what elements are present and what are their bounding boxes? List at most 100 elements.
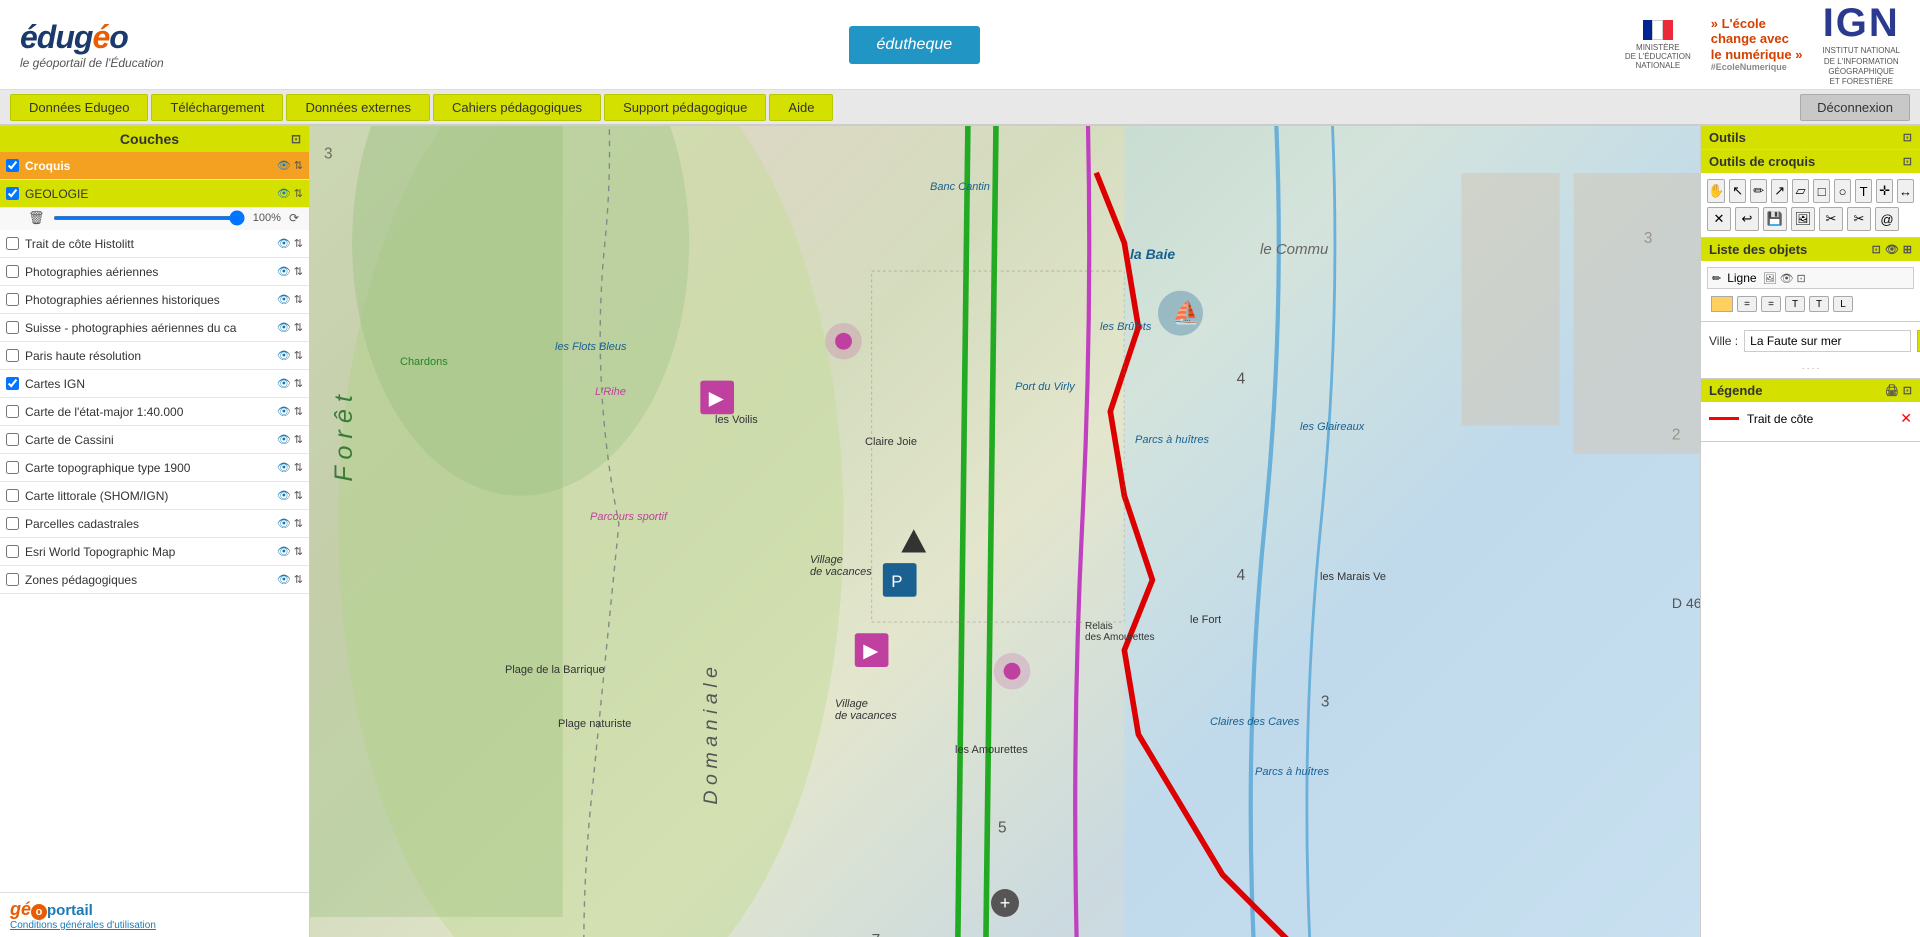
layer-esri-checkbox[interactable] bbox=[6, 545, 19, 558]
tool-load[interactable]: 🖼 bbox=[1791, 207, 1815, 231]
layer-croquis-eye[interactable]: 👁 bbox=[277, 159, 291, 172]
tool-circle[interactable]: ○ bbox=[1834, 179, 1851, 203]
couches-expand-icon[interactable]: ⊡ bbox=[291, 132, 301, 146]
layer-littorale-checkbox[interactable] bbox=[6, 489, 19, 502]
layer-cassini-checkbox[interactable] bbox=[6, 433, 19, 446]
deconnexion-button[interactable]: Déconnexion bbox=[1800, 94, 1910, 121]
layer-cassini-arrows[interactable]: ⇅ bbox=[294, 433, 303, 446]
objet-icon3[interactable]: ⊡ bbox=[1797, 272, 1806, 285]
layer-geologie-checkbox[interactable] bbox=[6, 187, 19, 200]
layer-croquis-arrows[interactable]: ⇅ bbox=[294, 159, 303, 172]
layer-paris-checkbox[interactable] bbox=[6, 349, 19, 362]
layer-cartes-ign-arrows[interactable]: ⇅ bbox=[294, 377, 303, 390]
layer-etat-major-eye[interactable]: 👁 bbox=[277, 405, 291, 418]
layer-suisse-checkbox[interactable] bbox=[6, 321, 19, 334]
geologie-opacity-slider[interactable] bbox=[53, 216, 245, 220]
conditions-link[interactable]: Conditions générales d'utilisation bbox=[10, 920, 299, 931]
layer-photos-hist-arrows[interactable]: ⇅ bbox=[294, 293, 303, 306]
layer-topo-1900-eye[interactable]: 👁 bbox=[277, 461, 291, 474]
map-zoom-button[interactable]: + bbox=[991, 889, 1019, 917]
legende-print-icon[interactable]: 🖨 bbox=[1885, 384, 1899, 397]
layer-etat-major-checkbox[interactable] bbox=[6, 405, 19, 418]
style-btn-eq1[interactable]: = bbox=[1737, 296, 1757, 312]
layer-cartes-ign-checkbox[interactable] bbox=[6, 377, 19, 390]
croquis-expand-icon[interactable]: ⊡ bbox=[1903, 155, 1912, 168]
layer-topo-1900-arrows[interactable]: ⇅ bbox=[294, 461, 303, 474]
style-btn-T2[interactable]: T bbox=[1809, 296, 1829, 312]
layer-suisse-arrows[interactable]: ⇅ bbox=[294, 321, 303, 334]
layer-cassini-eye[interactable]: 👁 bbox=[277, 433, 291, 446]
geologie-recalc-icon[interactable]: ⟳ bbox=[289, 211, 299, 225]
layer-esri-eye[interactable]: 👁 bbox=[277, 545, 291, 558]
layer-zones-peda-checkbox[interactable] bbox=[6, 573, 19, 586]
nav-aide[interactable]: Aide bbox=[769, 94, 833, 121]
style-btn-eq2[interactable]: = bbox=[1761, 296, 1781, 312]
tool-parallelogram[interactable]: ▱ bbox=[1792, 179, 1809, 203]
tool-delete[interactable]: ✕ bbox=[1707, 207, 1731, 231]
layer-parcelles-eye[interactable]: 👁 bbox=[277, 517, 291, 530]
layer-photos-hist-eye[interactable]: 👁 bbox=[277, 293, 291, 306]
style-btn-T1[interactable]: T bbox=[1785, 296, 1805, 312]
objet-icon1[interactable]: 🖼 bbox=[1763, 272, 1777, 285]
layer-littorale-arrows[interactable]: ⇅ bbox=[294, 489, 303, 502]
tool-crosshair[interactable]: ✛ bbox=[1876, 179, 1893, 203]
tool-at[interactable]: @ bbox=[1875, 207, 1899, 231]
tool-undo[interactable]: ↩ bbox=[1735, 207, 1759, 231]
layer-paris-eye[interactable]: 👁 bbox=[277, 349, 291, 362]
style-swatch-yellow[interactable] bbox=[1711, 296, 1733, 312]
tool-pencil[interactable]: ✏ bbox=[1750, 179, 1767, 203]
outils-expand-icon[interactable]: ⊡ bbox=[1903, 131, 1912, 144]
tool-text[interactable]: T bbox=[1855, 179, 1872, 203]
layer-suisse-eye[interactable]: 👁 bbox=[277, 321, 291, 334]
layer-geologie-eye[interactable]: 👁 bbox=[277, 187, 291, 200]
tool-move[interactable]: ↔ bbox=[1897, 179, 1914, 203]
nav-donnees-edugeo[interactable]: Données Edugeo bbox=[10, 94, 148, 121]
legende-remove-trait-cote[interactable]: ✕ bbox=[1900, 410, 1912, 427]
layer-trait-cote-eye[interactable]: 👁 bbox=[277, 237, 291, 250]
ville-input[interactable] bbox=[1744, 330, 1911, 352]
layer-cartes-ign-eye[interactable]: 👁 bbox=[277, 377, 291, 390]
layer-etat-major-arrows[interactable]: ⇅ bbox=[294, 405, 303, 418]
layer-paris-arrows[interactable]: ⇅ bbox=[294, 349, 303, 362]
nav-support-peda[interactable]: Support pédagogique bbox=[604, 94, 766, 121]
layer-littorale-eye[interactable]: 👁 bbox=[277, 489, 291, 502]
layer-esri-arrows[interactable]: ⇅ bbox=[294, 545, 303, 558]
layer-photos-arrows[interactable]: ⇅ bbox=[294, 265, 303, 278]
nav-cahiers-peda[interactable]: Cahiers pédagogiques bbox=[433, 94, 601, 121]
tool-select[interactable]: ↖ bbox=[1729, 179, 1746, 203]
layer-zones-peda-arrows[interactable]: ⇅ bbox=[294, 573, 303, 586]
tool-cut1[interactable]: ✂ bbox=[1819, 207, 1843, 231]
layer-parcelles-arrows[interactable]: ⇅ bbox=[294, 517, 303, 530]
tool-arrow[interactable]: ↗ bbox=[1771, 179, 1788, 203]
layer-trait-cote-checkbox[interactable] bbox=[6, 237, 19, 250]
layer-geologie-arrows[interactable]: ⇅ bbox=[294, 187, 303, 200]
liste-objets-expand-icon[interactable]: ⊡ bbox=[1872, 243, 1881, 256]
liste-objets-icon2[interactable]: 👁 bbox=[1885, 243, 1899, 256]
nav-telechargement[interactable]: Téléchargement bbox=[151, 94, 283, 121]
legende-expand-icon[interactable]: ⊡ bbox=[1903, 384, 1912, 397]
layer-photos-hist-checkbox[interactable] bbox=[6, 293, 19, 306]
tool-save[interactable]: 💾 bbox=[1763, 207, 1787, 231]
layer-zones-peda-eye[interactable]: 👁 bbox=[277, 573, 291, 586]
outils-header: Outils ⊡ bbox=[1701, 126, 1920, 149]
tool-cut2[interactable]: ✂ bbox=[1847, 207, 1871, 231]
layer-photos-checkbox[interactable] bbox=[6, 265, 19, 278]
layer-croquis-checkbox[interactable] bbox=[6, 159, 19, 172]
tool-rectangle[interactable]: □ bbox=[1813, 179, 1830, 203]
objet-icon2[interactable]: 👁 bbox=[1780, 272, 1794, 285]
nav-donnees-externes[interactable]: Données externes bbox=[286, 94, 430, 121]
map-area[interactable]: ⛵ ▶ ▶ P bbox=[310, 126, 1700, 937]
layer-paris-name: Paris haute résolution bbox=[25, 349, 277, 363]
geologie-delete-icon[interactable]: 🗑 bbox=[28, 210, 45, 226]
liste-objets-icon3[interactable]: ⊞ bbox=[1903, 243, 1912, 256]
style-btn-L[interactable]: L bbox=[1833, 296, 1853, 312]
layer-trait-cote-arrows[interactable]: ⇅ bbox=[294, 237, 303, 250]
layer-topo-1900-checkbox[interactable] bbox=[6, 461, 19, 474]
objet-edit-pencil[interactable]: ✏ bbox=[1712, 272, 1721, 285]
legende-section: Légende 🖨 ⊡ Trait de côte ✕ bbox=[1701, 379, 1920, 442]
tool-hand[interactable]: ✋ bbox=[1707, 179, 1725, 203]
layer-parcelles-checkbox[interactable] bbox=[6, 517, 19, 530]
layer-photos-eye[interactable]: 👁 bbox=[277, 265, 291, 278]
edutheque-button[interactable]: édutheque bbox=[849, 26, 981, 64]
flag-white bbox=[1652, 20, 1663, 40]
